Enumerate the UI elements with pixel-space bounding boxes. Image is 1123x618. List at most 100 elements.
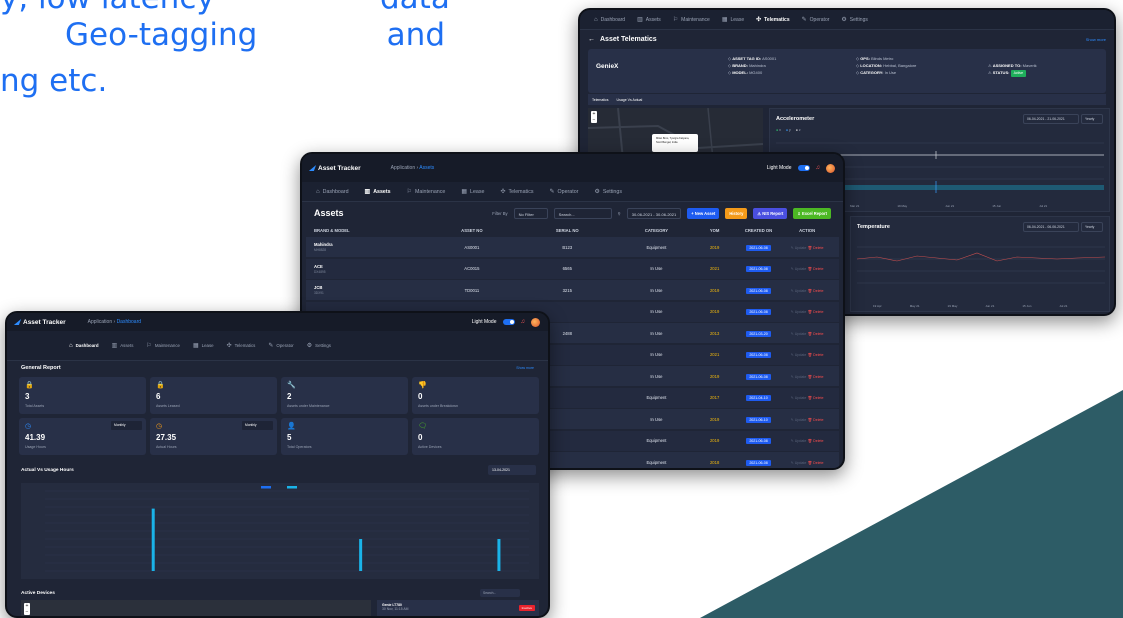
update-button[interactable]: ✎ Update — [791, 439, 807, 443]
delete-button[interactable]: 🗑 Delete — [808, 418, 824, 422]
tab-telematics[interactable]: ✣ Telematics — [227, 342, 256, 349]
tab-assets[interactable]: ▥ Assets — [637, 16, 661, 24]
show-more-link[interactable]: Show more — [1086, 37, 1106, 42]
accelerometer-date-range[interactable]: 06-04-2021 - 21-06-2021 — [1023, 114, 1079, 124]
search-icon[interactable]: ⚲ — [618, 211, 621, 216]
tab-maintenance[interactable]: ⚐ Maintenance — [407, 188, 446, 196]
delete-button[interactable]: 🗑 Delete — [808, 396, 824, 400]
yom-cell: 2019 — [709, 309, 720, 314]
update-button[interactable]: ✎ Update — [791, 461, 807, 465]
tab-operator[interactable]: ✎ Operator — [802, 16, 830, 24]
delete-button[interactable]: 🗑 Delete — [808, 289, 824, 293]
table-row[interactable]: ACE DX4895 AC0015 6565 In Use 2021 2021-06-08 ✎… — [306, 258, 839, 279]
update-button[interactable]: ✎ Update — [791, 289, 807, 293]
lock-icon: 🔒 — [25, 382, 34, 389]
delete-button[interactable]: 🗑 Delete — [808, 353, 824, 357]
tab-dashboard[interactable]: ⌂ Dashboard — [594, 17, 625, 23]
delete-button[interactable]: 🗑 Delete — [808, 267, 824, 271]
column-header[interactable]: BRAND & MODEL — [314, 228, 427, 233]
tab-maintenance[interactable]: ⚐ Maintenance — [673, 16, 710, 24]
devices-map[interactable]: + − — [21, 600, 371, 616]
tab-telematics[interactable]: ✣ Telematics — [756, 16, 790, 24]
update-button[interactable]: ✎ Update — [791, 353, 807, 357]
filter-select[interactable]: No Filter — [513, 207, 548, 219]
map-zoom-control[interactable]: + − — [24, 603, 30, 615]
map-zoom-control[interactable]: + − — [591, 111, 597, 123]
stat-card[interactable]: ◷ 41.39 Usage Hours Monthly — [19, 418, 146, 455]
tab-telematics[interactable]: ✣ Telematics — [500, 188, 533, 196]
stat-label: Assets under Maintenance — [287, 404, 330, 408]
update-button[interactable]: ✎ Update — [791, 375, 807, 379]
delete-button[interactable]: 🗑 Delete — [808, 310, 824, 314]
update-button[interactable]: ✎ Update — [791, 396, 807, 400]
tab-dashboard[interactable]: ⌂ Dashboard — [316, 189, 349, 195]
excel-report-button[interactable]: ⇩ Excel Report — [793, 207, 831, 219]
update-button[interactable]: ✎ Update — [791, 310, 807, 314]
tab-maintenance[interactable]: ⚐ Maintenance — [146, 342, 180, 349]
temperature-panel: Temperature 06-04-2021 - 06-06-2021 Year… — [850, 216, 1110, 312]
stat-card[interactable]: 🔒 6 Assets Leased — [150, 377, 277, 414]
legend-item: ● z — [795, 128, 801, 132]
show-more-link[interactable]: Show more — [516, 366, 534, 370]
light-mode-toggle[interactable] — [502, 319, 515, 325]
subtab-usage[interactable]: Usage Vs Actual — [617, 98, 643, 102]
stat-card[interactable]: ◷ 27.35 Actual Hours Monthly — [150, 418, 277, 455]
tab-assets[interactable]: ▥ Assets — [112, 342, 134, 349]
update-button[interactable]: ✎ Update — [791, 246, 807, 250]
tab-operator[interactable]: ✎ Operator — [268, 342, 293, 349]
new-asset-button[interactable]: + New Asset — [687, 207, 720, 219]
stat-card[interactable]: 🗨 0 Active Devices — [412, 418, 539, 455]
bell-icon[interactable]: ♫ — [816, 165, 821, 171]
temperature-period-select[interactable]: Yearly — [1081, 222, 1103, 232]
tab-assets[interactable]: ▥ Assets — [365, 188, 391, 196]
delete-button[interactable]: 🗑 Delete — [808, 332, 824, 336]
light-mode-toggle[interactable] — [797, 165, 810, 171]
search-input[interactable]: Search... — [553, 207, 612, 219]
table-row[interactable]: JCB 3DX91 TD0011 3215 In Use 2019 2021-06-08 ✎ … — [306, 280, 839, 300]
update-button[interactable]: ✎ Update — [791, 267, 807, 271]
tab-lease[interactable]: ▦ Lease — [193, 342, 214, 349]
accelerometer-period-select[interactable]: Yearly — [1081, 114, 1103, 124]
column-header[interactable]: SERIAL NO — [517, 228, 617, 233]
update-button[interactable]: ✎ Update — [791, 332, 807, 336]
period-select[interactable]: Monthly — [242, 421, 273, 430]
tab-settings[interactable]: ⚙ Settings — [594, 188, 622, 196]
delete-button[interactable]: 🗑 Delete — [808, 461, 824, 465]
serial-no-cell: 6565 — [562, 266, 572, 271]
delete-button[interactable]: 🗑 Delete — [808, 375, 824, 379]
stat-card[interactable]: 👤 5 Total Operators — [281, 418, 408, 455]
back-arrow-icon[interactable]: ← — [588, 36, 595, 43]
column-header[interactable]: YOM — [696, 228, 734, 233]
update-button[interactable]: ✎ Update — [791, 418, 807, 422]
tab-lease[interactable]: ▦ Lease — [722, 16, 744, 24]
delete-button[interactable]: 🗑 Delete — [808, 439, 824, 443]
stat-card[interactable]: 👎 0 Assets under Breakdown — [412, 377, 539, 414]
app-logo[interactable]: Asset Tracker — [13, 319, 66, 326]
delete-button[interactable]: 🗑 Delete — [808, 246, 824, 250]
history-button[interactable]: History — [725, 207, 748, 219]
column-header[interactable]: ASSET NO — [427, 228, 518, 233]
tab-settings[interactable]: ⚙ Settings — [307, 342, 331, 349]
tab-dashboard[interactable]: ⌂ Dashboard — [69, 343, 99, 349]
nis-report-button[interactable]: ⚠ NIS Report — [753, 207, 788, 219]
stat-card[interactable]: 🔒 3 Total Assets — [19, 377, 146, 414]
temperature-date-range[interactable]: 06-04-2021 - 06-06-2021 — [1023, 222, 1079, 232]
tab-settings[interactable]: ⚙ Settings — [841, 16, 867, 24]
tab-operator[interactable]: ✎ Operator — [550, 188, 579, 196]
subtab-telematics[interactable]: Telematics — [592, 98, 609, 102]
tab-lease[interactable]: ▦ Lease — [461, 188, 484, 196]
category-cell: In Use — [650, 330, 663, 336]
column-header[interactable]: CREATED ON — [734, 228, 784, 233]
avatar[interactable] — [531, 317, 540, 327]
bell-icon[interactable]: ♫ — [521, 319, 526, 325]
table-row[interactable]: Mahindra MH8828 AS0001 B123 Equipment 2019 202… — [306, 237, 839, 257]
column-header[interactable]: CATEGORY — [617, 228, 695, 233]
devices-search-input[interactable]: Search... — [480, 589, 520, 597]
date-range-picker[interactable]: 30-06-2021 - 30-06-2021 — [626, 207, 682, 219]
app-logo[interactable]: Asset Tracker — [308, 165, 361, 172]
period-select[interactable]: Monthly — [111, 421, 142, 430]
avatar[interactable] — [826, 163, 835, 173]
stat-card[interactable]: 🔧 2 Assets under Maintenance — [281, 377, 408, 414]
chart-date-picker[interactable]: 13-04-2021 — [488, 465, 536, 475]
device-list-item[interactable]: Genie LT780 30 Nov, 11:15 AM Inactive — [377, 600, 539, 616]
